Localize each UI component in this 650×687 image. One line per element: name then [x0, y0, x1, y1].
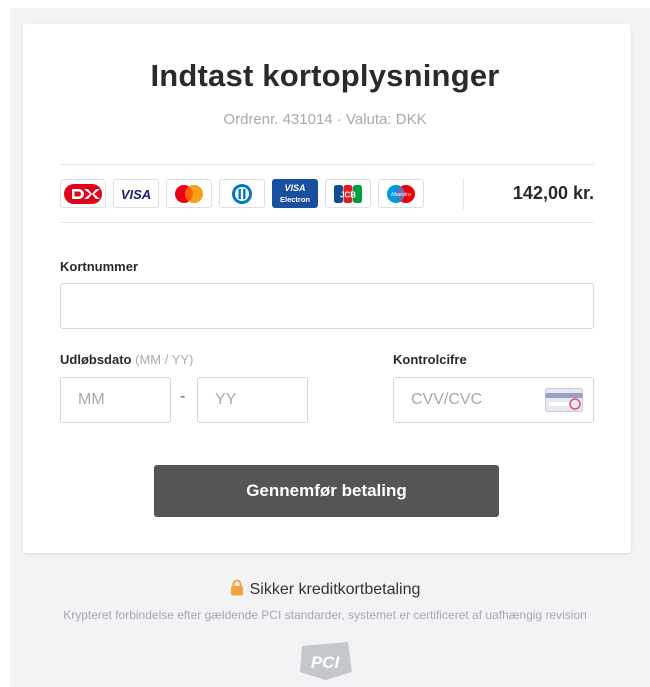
visa-logo: VISA: [113, 179, 159, 208]
expiry-label: Udløbsdato (MM / YY): [60, 352, 193, 367]
expiry-label-text: Udløbsdato: [60, 352, 132, 367]
secure-payment-text: Sikker kreditkortbetaling: [249, 581, 421, 598]
maestro-logo: Maestro: [378, 179, 424, 208]
visa-electron-logo: VISA Electron: [272, 179, 318, 208]
accepted-cards: VISA VISA Electron JCB Maestro: [60, 179, 424, 209]
order-amount: 142,00 kr.: [512, 183, 594, 203]
svg-text:VISA: VISA: [284, 183, 305, 193]
svg-text:Electron: Electron: [280, 195, 310, 204]
mastercard-logo: [166, 179, 212, 208]
order-info: Ordrenr. 431014 · Valuta: DKK: [223, 111, 427, 128]
divider-top: [60, 164, 594, 165]
jcb-logo: JCB: [325, 179, 371, 208]
divider-bottom: [60, 222, 594, 223]
expiry-separator: -: [180, 388, 186, 405]
jcb-logo-text: JCB: [340, 190, 356, 199]
page-title: Indtast kortoplysninger: [150, 58, 500, 93]
divider-vertical: [463, 178, 464, 210]
card-number-label: Kortnummer: [60, 259, 139, 274]
lock-icon: [230, 579, 244, 601]
cvc-card-icon: [545, 388, 583, 417]
pci-logo: PCI: [298, 642, 354, 685]
pci-notice: Krypteret forbindelse efter gældende PCI…: [63, 608, 587, 622]
visa-logo-text: VISA: [121, 187, 151, 202]
expiry-year-input[interactable]: [197, 377, 308, 423]
submit-payment-button[interactable]: Gennemfør betaling: [154, 465, 499, 517]
cvc-label: Kontrolcifre: [393, 352, 467, 367]
secure-payment-line: Sikker kreditkortbetaling: [0, 579, 650, 601]
card-number-input[interactable]: [60, 283, 594, 329]
maestro-logo-text: Maestro: [391, 192, 411, 198]
pci-logo-text: PCI: [311, 653, 341, 672]
expiry-format-hint: (MM / YY): [135, 352, 194, 367]
dankort-logo: [60, 179, 106, 208]
diners-logo: [219, 179, 265, 208]
expiry-month-input[interactable]: [60, 377, 171, 423]
